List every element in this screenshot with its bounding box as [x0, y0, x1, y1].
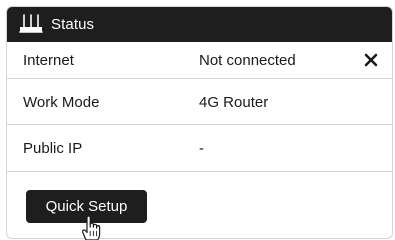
public-ip-row: Public IP -: [7, 125, 392, 172]
work-mode-value: 4G Router: [199, 94, 269, 111]
router-icon: [19, 13, 43, 33]
work-mode-row: Work Mode 4G Router: [7, 79, 392, 125]
quick-setup-button[interactable]: Quick Setup: [26, 190, 147, 223]
public-ip-label: Public IP: [23, 140, 83, 157]
internet-row: Internet Not connected: [7, 42, 392, 79]
close-icon[interactable]: [364, 53, 378, 67]
internet-label: Internet: [23, 52, 74, 69]
internet-value: Not connected: [199, 52, 296, 69]
status-title: Status: [51, 16, 95, 33]
status-header: Status: [7, 7, 392, 42]
public-ip-value: -: [199, 140, 204, 157]
work-mode-label: Work Mode: [23, 94, 100, 111]
